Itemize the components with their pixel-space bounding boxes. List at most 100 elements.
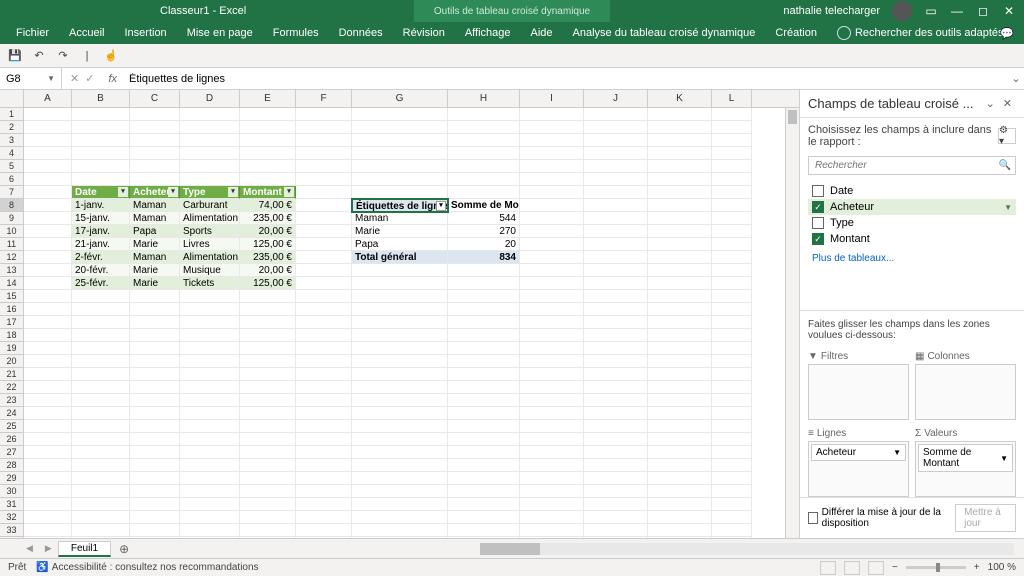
cell[interactable] <box>712 459 752 472</box>
cell[interactable] <box>352 277 448 290</box>
cell[interactable] <box>296 485 352 498</box>
cell[interactable] <box>72 433 130 446</box>
cell[interactable] <box>24 498 72 511</box>
cell[interactable]: 20,00 € <box>240 225 296 238</box>
cell[interactable] <box>180 381 240 394</box>
field-acheteur[interactable]: ✓Acheteur▼ <box>808 199 1016 215</box>
cell[interactable]: 20 <box>448 238 520 251</box>
cell[interactable] <box>448 498 520 511</box>
cell[interactable] <box>130 303 180 316</box>
cell[interactable] <box>648 290 712 303</box>
cell[interactable] <box>648 147 712 160</box>
cell[interactable] <box>24 459 72 472</box>
cell[interactable] <box>712 407 752 420</box>
cell[interactable] <box>520 173 584 186</box>
cell[interactable] <box>584 290 648 303</box>
cell[interactable] <box>24 394 72 407</box>
cell[interactable]: 235,00 € <box>240 212 296 225</box>
cell[interactable] <box>72 511 130 524</box>
col-header[interactable]: I <box>520 90 584 107</box>
row-header[interactable]: 15 <box>0 290 24 303</box>
cell[interactable]: 20-févr. <box>72 264 130 277</box>
col-header[interactable]: G <box>352 90 448 107</box>
cell[interactable] <box>180 472 240 485</box>
cell[interactable] <box>296 199 352 212</box>
cell[interactable] <box>648 251 712 264</box>
cell[interactable] <box>180 511 240 524</box>
redo-icon[interactable]: ↷ <box>54 47 72 65</box>
cell[interactable] <box>296 277 352 290</box>
cell[interactable]: Montant▾ <box>240 186 296 199</box>
cell[interactable] <box>584 121 648 134</box>
cell[interactable] <box>180 407 240 420</box>
page-break-icon[interactable] <box>868 561 884 575</box>
cell[interactable] <box>712 316 752 329</box>
cell[interactable] <box>584 134 648 147</box>
row-header[interactable]: 24 <box>0 407 24 420</box>
cell[interactable] <box>584 329 648 342</box>
cell[interactable] <box>712 498 752 511</box>
cell[interactable] <box>72 147 130 160</box>
cell[interactable] <box>24 342 72 355</box>
col-header[interactable]: H <box>448 90 520 107</box>
cell[interactable] <box>72 472 130 485</box>
cell[interactable] <box>352 303 448 316</box>
row-header[interactable]: 12 <box>0 251 24 264</box>
cell[interactable] <box>520 316 584 329</box>
cell[interactable] <box>240 147 296 160</box>
cell[interactable]: Étiquettes de lignes▾ <box>352 199 448 212</box>
cell[interactable] <box>648 355 712 368</box>
cell[interactable] <box>72 316 130 329</box>
cell[interactable] <box>24 173 72 186</box>
cell[interactable] <box>296 381 352 394</box>
expand-formula-icon[interactable]: ⌄ <box>1008 72 1024 85</box>
cell[interactable] <box>352 121 448 134</box>
cell[interactable] <box>520 251 584 264</box>
horizontal-scrollbar[interactable] <box>480 543 1014 555</box>
cell[interactable] <box>72 342 130 355</box>
cell[interactable] <box>520 225 584 238</box>
cell[interactable] <box>648 524 712 537</box>
cell[interactable] <box>520 212 584 225</box>
cell[interactable] <box>448 277 520 290</box>
ribbon-tab-révision[interactable]: Révision <box>393 22 455 44</box>
cell[interactable] <box>520 355 584 368</box>
cell[interactable] <box>24 407 72 420</box>
cell[interactable] <box>180 147 240 160</box>
row-header[interactable]: 31 <box>0 498 24 511</box>
zoom-in-icon[interactable]: + <box>974 562 980 573</box>
cell[interactable] <box>520 121 584 134</box>
cell[interactable] <box>448 108 520 121</box>
zone-values[interactable]: Somme de Montant▼ <box>915 441 1016 497</box>
cell[interactable] <box>24 355 72 368</box>
cell[interactable] <box>648 121 712 134</box>
cell[interactable] <box>240 173 296 186</box>
cell[interactable] <box>352 108 448 121</box>
zoom-level[interactable]: 100 % <box>988 562 1016 573</box>
cell[interactable] <box>130 459 180 472</box>
cell[interactable] <box>448 459 520 472</box>
cell[interactable] <box>448 368 520 381</box>
cell[interactable] <box>72 121 130 134</box>
normal-view-icon[interactable] <box>820 561 836 575</box>
cell[interactable] <box>648 407 712 420</box>
cell[interactable] <box>72 368 130 381</box>
col-header[interactable]: B <box>72 90 130 107</box>
zone-rows[interactable]: Acheteur▼ <box>808 441 909 497</box>
cell[interactable] <box>130 108 180 121</box>
cell[interactable]: Sports <box>180 225 240 238</box>
cell[interactable] <box>520 368 584 381</box>
cell[interactable] <box>712 511 752 524</box>
cell[interactable] <box>24 433 72 446</box>
cell[interactable] <box>180 485 240 498</box>
page-layout-icon[interactable] <box>844 561 860 575</box>
cell[interactable] <box>648 186 712 199</box>
cell[interactable] <box>584 186 648 199</box>
comments-icon[interactable]: 💬 <box>1000 27 1014 40</box>
cell[interactable] <box>520 485 584 498</box>
cell[interactable] <box>520 186 584 199</box>
cell[interactable] <box>712 264 752 277</box>
cell[interactable] <box>72 160 130 173</box>
cell[interactable] <box>584 394 648 407</box>
row-header[interactable]: 3 <box>0 134 24 147</box>
